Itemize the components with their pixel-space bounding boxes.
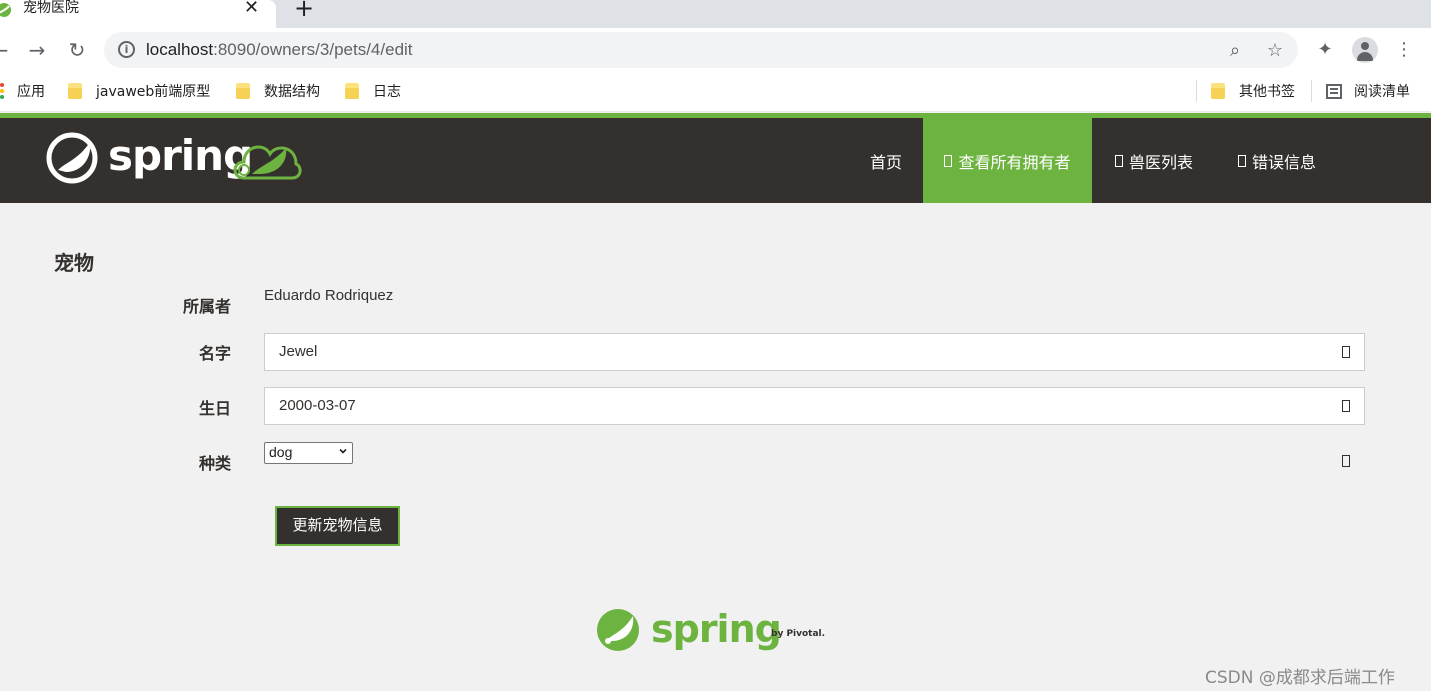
- bookmark-label: 日志: [373, 84, 401, 100]
- footer-wordmark: spring: [651, 607, 782, 651]
- bookmark-label: 数据结构: [264, 84, 320, 100]
- reload-icon[interactable]: ↻: [65, 38, 89, 62]
- forward-icon[interactable]: →: [25, 38, 49, 62]
- apps-icon: [0, 83, 5, 101]
- reading-list-label: 阅读清单: [1354, 84, 1410, 100]
- menu-icon[interactable]: ⋮: [1393, 39, 1415, 61]
- browser-toolbar: ← → ↻ i localhost:8090/owners/3/pets/4/e…: [0, 28, 1431, 72]
- spring-leaf-icon: [46, 132, 98, 184]
- folder-icon: [236, 83, 250, 99]
- type-select[interactable]: dog: [264, 442, 353, 464]
- chevron-down-icon: [339, 448, 347, 454]
- nav-owners[interactable]: 查看所有拥有者: [923, 118, 1092, 203]
- info-icon[interactable]: i: [118, 41, 135, 58]
- warning-icon: [1237, 154, 1246, 167]
- folder-icon: [68, 83, 82, 99]
- main-content: 宠物 所属者 Eduardo Rodriquez 名字 Jewel 生日 200…: [0, 203, 1431, 691]
- bookmark-folder-log[interactable]: 日志: [345, 81, 401, 101]
- profile-body: [1357, 52, 1373, 61]
- bookmark-apps[interactable]: 应用: [0, 81, 45, 101]
- address-bar[interactable]: i localhost:8090/owners/3/pets/4/edit ⌕ …: [104, 32, 1298, 68]
- profile-icon[interactable]: [1352, 37, 1378, 63]
- nav-errors-label: 错误信息: [1251, 152, 1316, 172]
- url-text[interactable]: localhost:8090/owners/3/pets/4/edit: [146, 40, 413, 60]
- bookmark-separator: [1311, 80, 1312, 102]
- bookmarks-bar: 应用 javaweb前端原型 数据结构 日志 其他书签 阅读清单: [0, 72, 1431, 112]
- birth-date-value: 2000-03-07: [279, 397, 356, 414]
- zoom-icon[interactable]: ⌕: [1225, 41, 1245, 61]
- star-icon[interactable]: ☆: [1265, 41, 1285, 61]
- owner-label: 所属者: [182, 297, 231, 316]
- spring-logo[interactable]: spring: [46, 130, 306, 186]
- ok-feedback-icon: [1342, 400, 1350, 412]
- folder-icon: [1211, 83, 1225, 99]
- csdn-watermark: CSDN @成都求后端工作: [1205, 668, 1395, 688]
- bookmark-other[interactable]: 其他书签: [1211, 81, 1295, 101]
- birth-date-input[interactable]: 2000-03-07: [264, 387, 1365, 425]
- tab-strip: 宠物医院 ✕ +: [0, 0, 1431, 28]
- folder-icon: [345, 83, 359, 99]
- top-navbar: spring 首页 查看所有拥有者 兽医列表 错误信息: [0, 118, 1431, 203]
- footer-by-pivotal: by Pivotal.: [771, 629, 826, 639]
- new-tab-icon[interactable]: +: [294, 0, 314, 20]
- nav-vets[interactable]: 兽医列表: [1092, 118, 1216, 203]
- owner-value: Eduardo Rodriquez: [264, 287, 394, 304]
- cloud-leaf-icon: [233, 145, 302, 180]
- browser-tab[interactable]: 宠物医院 ✕: [0, 0, 276, 28]
- type-label: 种类: [198, 454, 231, 473]
- nav-home-label: 首页: [869, 152, 902, 172]
- reading-list-icon: [1326, 83, 1342, 99]
- nav-vets-label: 兽医列表: [1128, 152, 1193, 172]
- bookmark-folder-javaweb[interactable]: javaweb前端原型: [68, 81, 210, 101]
- nav-errors[interactable]: 错误信息: [1216, 118, 1338, 203]
- bookmark-other-label: 其他书签: [1239, 84, 1295, 100]
- page-title: 宠物: [54, 251, 94, 275]
- footer-spring-logo: spring by Pivotal.: [595, 603, 835, 655]
- name-input-value: Jewel: [279, 343, 318, 360]
- url-path: :8090/owners/3/pets/4/edit: [213, 40, 413, 59]
- name-label: 名字: [198, 344, 231, 363]
- ok-feedback-icon: [1342, 455, 1350, 467]
- reading-list-button[interactable]: 阅读清单: [1326, 81, 1410, 101]
- name-input[interactable]: Jewel: [264, 333, 1365, 371]
- bookmark-apps-label: 应用: [17, 84, 45, 100]
- profile-head: [1361, 42, 1369, 50]
- back-icon[interactable]: ←: [0, 38, 12, 62]
- update-pet-button[interactable]: 更新宠物信息: [275, 506, 400, 546]
- bookmark-label: javaweb前端原型: [96, 84, 211, 100]
- ok-feedback-icon: [1342, 346, 1350, 358]
- search-icon: [944, 154, 953, 167]
- bookmark-folder-data-structures[interactable]: 数据结构: [236, 81, 320, 101]
- th-list-icon: [1114, 154, 1123, 167]
- url-host: localhost: [146, 40, 214, 59]
- extensions-icon[interactable]: ✦: [1314, 39, 1336, 61]
- nav-owners-label: 查看所有拥有者: [958, 152, 1071, 172]
- spring-leaf-icon: [597, 609, 639, 651]
- nav-home[interactable]: 首页: [848, 118, 924, 203]
- type-select-value: dog: [269, 444, 293, 460]
- spring-leaf-favicon-icon: [0, 3, 11, 17]
- birth-date-label: 生日: [198, 399, 231, 418]
- tab-title: 宠物医院: [23, 0, 79, 16]
- bookmark-separator: [1196, 80, 1197, 102]
- tab-close-icon[interactable]: ✕: [244, 0, 259, 17]
